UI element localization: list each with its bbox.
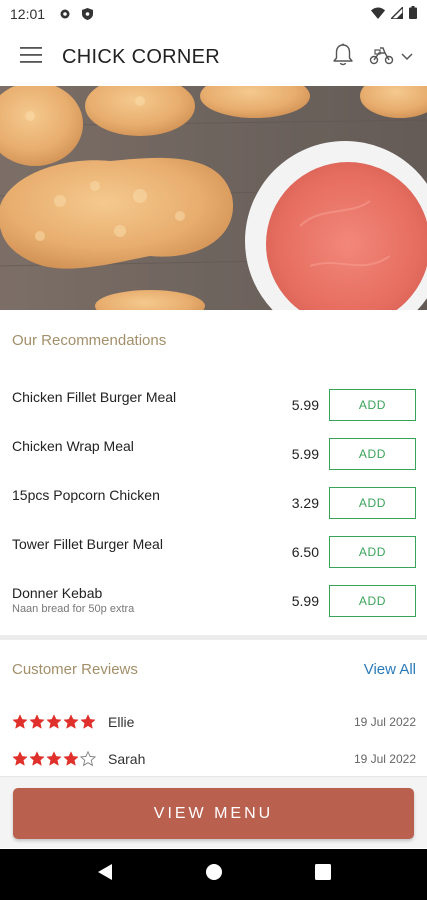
add-button[interactable]: ADD bbox=[329, 437, 416, 470]
review-row: Ellie 19 Jul 2022 bbox=[0, 709, 427, 735]
menu-item-price: 5.99 bbox=[291, 592, 319, 609]
add-button[interactable]: ADD bbox=[329, 388, 416, 421]
menu-item-row: Donner Kebab Naan bread for 50p extra 5.… bbox=[0, 576, 427, 625]
notifications-button[interactable] bbox=[325, 37, 361, 77]
hero-image bbox=[0, 86, 427, 310]
add-button[interactable]: ADD bbox=[329, 584, 416, 617]
chevron-down-icon bbox=[401, 48, 413, 66]
menu-item-row: Tower Fillet Burger Meal 6.50 ADD bbox=[0, 527, 427, 576]
menu-item-name: Donner Kebab bbox=[12, 585, 103, 601]
review-row: Sarah 19 Jul 2022 bbox=[0, 746, 427, 772]
menu-item-price: 5.99 bbox=[291, 396, 319, 413]
add-button[interactable]: ADD bbox=[329, 486, 416, 519]
menu-item-name: Chicken Wrap Meal bbox=[12, 438, 134, 454]
star-filled-icon bbox=[12, 751, 28, 766]
back-icon bbox=[97, 863, 113, 886]
star-filled-icon bbox=[80, 714, 96, 729]
add-button[interactable]: ADD bbox=[329, 535, 416, 568]
system-nav-bar bbox=[0, 849, 427, 900]
battery-icon bbox=[409, 6, 417, 22]
star-filled-icon bbox=[63, 751, 79, 766]
wifi-icon bbox=[371, 6, 385, 22]
bell-icon bbox=[332, 43, 354, 72]
star-filled-icon bbox=[46, 751, 62, 766]
app-bar: CHICK CORNER bbox=[0, 28, 427, 86]
reviews-title: Customer Reviews bbox=[12, 661, 138, 678]
star-rating bbox=[12, 714, 96, 730]
status-time: 12:01 bbox=[10, 6, 46, 22]
menu-item-row: Chicken Fillet Burger Meal 5.99 ADD bbox=[0, 380, 427, 429]
star-empty-icon bbox=[80, 751, 96, 767]
app-title: CHICK CORNER bbox=[62, 45, 221, 68]
section-divider bbox=[0, 635, 427, 640]
recommendations-title: Our Recommendations bbox=[12, 332, 167, 349]
back-button[interactable] bbox=[85, 855, 125, 895]
scooter-icon bbox=[369, 45, 395, 70]
view-menu-button[interactable]: VIEW MENU bbox=[13, 788, 414, 839]
menu-item-name: Chicken Fillet Burger Meal bbox=[12, 389, 177, 405]
recents-button[interactable] bbox=[303, 855, 343, 895]
star-rating bbox=[12, 751, 96, 767]
gear-icon bbox=[59, 8, 71, 20]
recents-icon bbox=[314, 864, 331, 885]
menu-item-row: Chicken Wrap Meal 5.99 ADD bbox=[0, 429, 427, 478]
review-date: 19 Jul 2022 bbox=[353, 752, 416, 766]
shield-icon bbox=[81, 8, 93, 20]
menu-item-name: 15pcs Popcorn Chicken bbox=[12, 487, 160, 503]
fried-chicken-image bbox=[0, 86, 427, 310]
star-filled-icon bbox=[12, 714, 28, 729]
star-filled-icon bbox=[46, 714, 62, 729]
view-all-link[interactable]: View All bbox=[364, 661, 416, 678]
home-button[interactable] bbox=[194, 855, 234, 895]
star-filled-icon bbox=[63, 714, 79, 729]
delivery-mode-selector[interactable] bbox=[369, 37, 413, 77]
review-date: 19 Jul 2022 bbox=[353, 715, 416, 729]
menu-item-subtitle: Naan bread for 50p extra bbox=[12, 603, 135, 615]
menu-item-price: 6.50 bbox=[291, 543, 319, 560]
reviewer-name: Ellie bbox=[108, 714, 135, 730]
menu-item-price: 5.99 bbox=[291, 445, 319, 462]
menu-button[interactable] bbox=[0, 28, 62, 86]
star-filled-icon bbox=[29, 751, 45, 766]
reviewer-name: Sarah bbox=[108, 751, 146, 767]
home-icon bbox=[205, 863, 223, 886]
status-bar: 12:01 bbox=[0, 0, 427, 28]
menu-item-price: 3.29 bbox=[291, 494, 319, 511]
star-filled-icon bbox=[29, 714, 45, 729]
menu-icon bbox=[20, 46, 42, 68]
menu-item-name: Tower Fillet Burger Meal bbox=[12, 536, 163, 552]
signal-icon bbox=[389, 5, 404, 22]
menu-item-row: 15pcs Popcorn Chicken 3.29 ADD bbox=[0, 478, 427, 527]
